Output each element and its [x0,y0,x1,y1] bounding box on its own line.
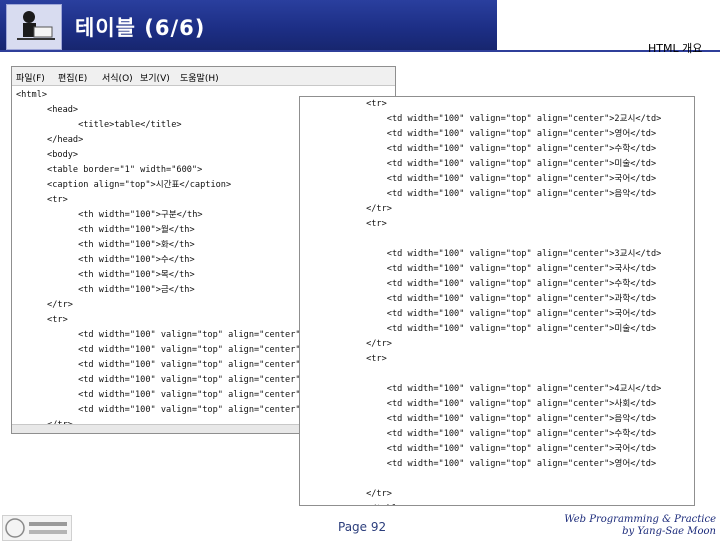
menu-view[interactable]: 보기(V) [140,71,170,84]
menu-bar: 파일(F) 편집(E) 서식(O) 보기(V) 도움말(H) [12,67,395,86]
code-line: <td width="100" valign="top" align="cent… [304,159,657,169]
code-line: <td width="100" valign="top" align="cent… [304,384,662,394]
code-line: </table> [304,502,661,505]
header-divider [0,50,720,52]
code-line: <td width="100" valign="top" align="cent… [304,309,657,319]
code-line: <td width="100" valign="top" align="cent… [304,324,657,334]
code-line: <tr> [304,99,387,109]
code-line: </tr> [304,489,392,499]
code-line: <td width="100" valign="top" align="cent… [304,129,657,139]
code-line: <tr> [304,219,387,229]
section-subtitle: HTML 개요 [648,42,703,55]
code-line: <td width="100" valign="top" align="cent… [304,294,657,304]
code-line: <td width="100" valign="top" align="cent… [304,189,657,199]
menu-format[interactable]: 서식(O) [102,71,133,84]
page-number: Page 92 [338,520,387,534]
presenter-logo-icon [6,4,62,50]
menu-edit[interactable]: 편집(E) [58,71,87,84]
course-credit: Web Programming & Practice by Yang-Sae M… [564,514,716,538]
page-title: 테이블 (6/6) [75,16,206,40]
menu-file[interactable]: 파일(F) [16,71,45,84]
code-line: <td width="100" valign="top" align="cent… [304,399,657,409]
code-line: <td width="100" valign="top" align="cent… [304,429,657,439]
course-title: Web Programming & Practice [564,514,716,525]
code-line: <tr> [304,354,387,364]
code-line: </tr> [304,204,392,214]
code-line: <td width="100" valign="top" align="cent… [304,144,657,154]
code-line: <td width="100" valign="top" align="cent… [304,264,657,274]
code-line: <td width="100" valign="top" align="cent… [304,249,662,259]
menu-help[interactable]: 도움말(H) [180,71,219,84]
code-line: <td width="100" valign="top" align="cent… [304,279,657,289]
source-code-continued[interactable]: <tr> <td width="100" valign="top" align=… [304,97,662,505]
code-line: <td width="100" valign="top" align="cent… [304,459,657,469]
notepad-window-right: <tr> <td width="100" valign="top" align=… [299,96,695,506]
code-line: <td width="100" valign="top" align="cent… [304,414,657,424]
code-line: </tr> [304,339,392,349]
code-line: <td width="100" valign="top" align="cent… [304,444,657,454]
code-line: <td width="100" valign="top" align="cent… [304,174,657,184]
code-line: <td width="100" valign="top" align="cent… [304,114,662,124]
author-credit: by Yang-Sae Moon [622,526,716,537]
university-logo-icon [2,515,72,541]
